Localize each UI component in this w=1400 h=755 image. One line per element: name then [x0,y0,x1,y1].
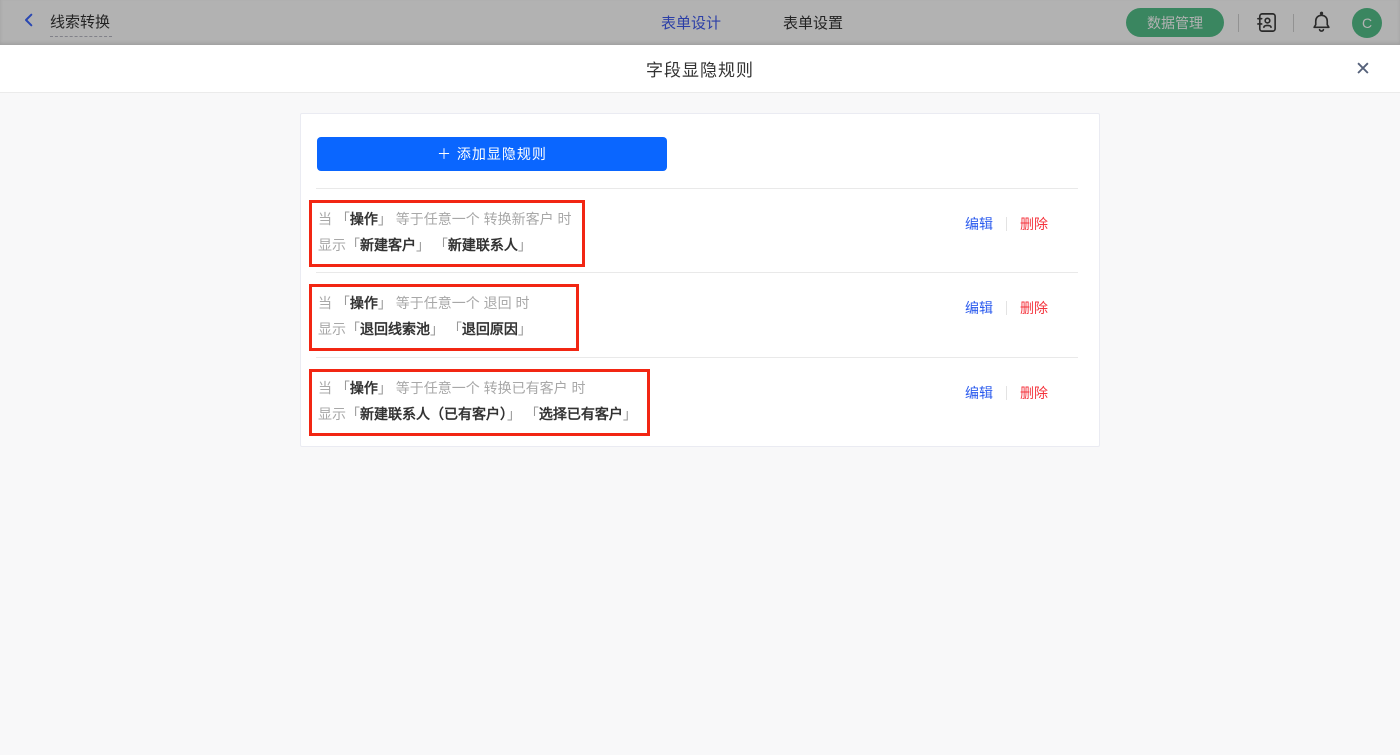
add-rule-button[interactable]: ＋ 添加显隐规则 [317,137,667,171]
rule-row: 当 「操作」 等于任意一个 转换新客户 时 显示「新建客户」 「新建联系人」 编… [316,188,1078,272]
rule-annotation-box: 当 「操作」 等于任意一个 转换已有客户 时 显示「新建联系人（已有客户）」 「… [309,369,650,436]
rule-row: 当 「操作」 等于任意一个 转换已有客户 时 显示「新建联系人（已有客户）」 「… [316,357,1078,446]
rule-condition: 当 「操作」 等于任意一个 退回 时 [318,290,566,316]
card-top: ＋ 添加显隐规则 [301,114,1099,188]
rule-condition: 当 「操作」 等于任意一个 转换新客户 时 [318,206,572,232]
modal-body: ＋ 添加显隐规则 当 「操作」 等于任意一个 转换新客户 时 显示「新建客户」 … [0,93,1400,447]
edit-button[interactable]: 编辑 [965,214,993,234]
modal-dim-overlay [0,0,1400,45]
rule-display: 显示「退回线索池」 「退回原因」 [318,316,566,342]
rules-list: 当 「操作」 等于任意一个 转换新客户 时 显示「新建客户」 「新建联系人」 编… [316,188,1078,446]
delete-button[interactable]: 删除 [1020,214,1048,234]
rule-condition: 当 「操作」 等于任意一个 转换已有客户 时 [318,375,637,401]
divider [1006,301,1007,315]
rule-annotation-box: 当 「操作」 等于任意一个 退回 时 显示「退回线索池」 「退回原因」 [309,284,579,351]
rule-actions: 编辑 删除 [965,298,1048,318]
rule-annotation-box: 当 「操作」 等于任意一个 转换新客户 时 显示「新建客户」 「新建联系人」 [309,200,585,267]
divider [1006,217,1007,231]
rule-row: 当 「操作」 等于任意一个 退回 时 显示「退回线索池」 「退回原因」 编辑 删… [316,272,1078,357]
edit-button[interactable]: 编辑 [965,298,993,318]
rule-actions: 编辑 删除 [965,383,1048,403]
delete-button[interactable]: 删除 [1020,298,1048,318]
delete-button[interactable]: 删除 [1020,383,1048,403]
rule-display: 显示「新建客户」 「新建联系人」 [318,232,572,258]
divider [1006,386,1007,400]
field-visibility-rules-modal: 字段显隐规则 ✕ ＋ 添加显隐规则 当 「操作」 等于任意一个 转换新客户 时 … [0,45,1400,755]
close-icon[interactable]: ✕ [1352,58,1374,80]
edit-button[interactable]: 编辑 [965,383,993,403]
rules-card: ＋ 添加显隐规则 当 「操作」 等于任意一个 转换新客户 时 显示「新建客户」 … [300,113,1100,447]
rule-actions: 编辑 删除 [965,214,1048,234]
rule-display: 显示「新建联系人（已有客户）」 「选择已有客户」 [318,401,637,427]
modal-header: 字段显隐规则 ✕ [0,45,1400,93]
modal-title: 字段显隐规则 [646,56,754,81]
